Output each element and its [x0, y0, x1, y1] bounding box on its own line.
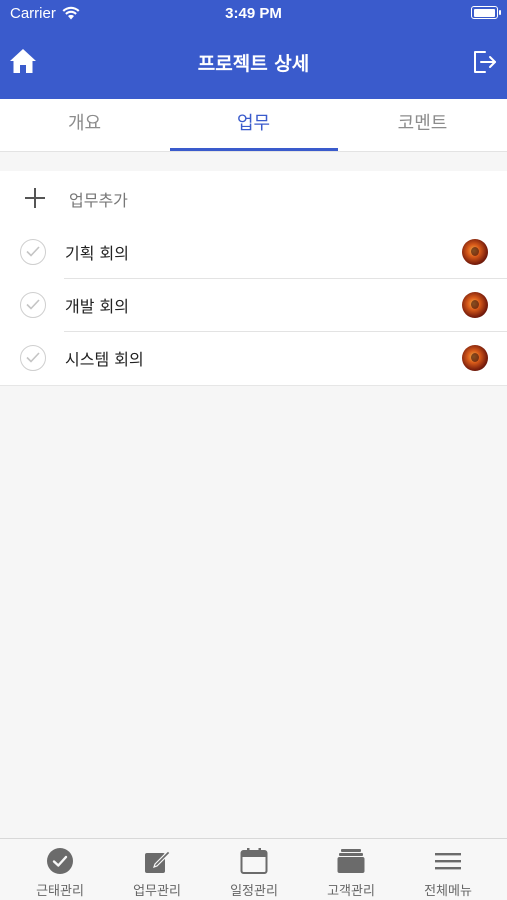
tabbar-label: 일정관리: [230, 884, 278, 899]
tab-overview[interactable]: 개요: [0, 99, 169, 151]
logout-button[interactable]: [470, 48, 498, 76]
task-title: 개발 회의: [65, 297, 129, 316]
task-row[interactable]: 시스템 회의: [0, 331, 507, 385]
task-check-toggle[interactable]: [20, 345, 46, 371]
status-time: 3:49 PM: [225, 5, 282, 22]
battery-fill: [473, 8, 495, 17]
task-row[interactable]: 개발 회의: [0, 278, 507, 332]
assignee-avatar: [462, 292, 488, 318]
tabbar-label: 근태관리: [36, 884, 84, 899]
task-title: 기획 회의: [65, 244, 129, 263]
tabbar-schedule[interactable]: 일정관리: [205, 839, 303, 900]
status-bar: Carrier 3:49 PM: [0, 0, 507, 28]
active-tab-indicator: [170, 148, 338, 151]
tabbar-attendance[interactable]: 근태관리: [11, 839, 109, 900]
assignee-avatar: [462, 345, 488, 371]
top-bar: Carrier 3:49 PM 프로젝트 상세: [0, 0, 507, 99]
logout-icon: [474, 51, 496, 73]
tabbar-customers[interactable]: 고객관리: [302, 839, 400, 900]
bottom-tab-bar: 근태관리 업무관리 일정관리 고객관리 전체메뉴: [0, 838, 507, 900]
plus-icon: [24, 187, 46, 209]
folder-stack-icon: [337, 849, 365, 873]
add-task-label: 업무추가: [69, 191, 128, 210]
tabbar-label: 고객관리: [327, 884, 375, 899]
tab-tasks[interactable]: 업무: [169, 99, 338, 151]
calendar-icon: [240, 848, 268, 874]
menu-icon: [435, 853, 461, 870]
tabbar-label: 전체메뉴: [424, 884, 472, 899]
task-title: 시스템 회의: [65, 350, 144, 369]
task-row[interactable]: 기획 회의: [0, 225, 507, 279]
tabbar-label: 업무관리: [133, 884, 181, 899]
segment-tabs: 개요 업무 코멘트: [0, 99, 507, 152]
task-check-toggle[interactable]: [20, 239, 46, 265]
task-check-toggle[interactable]: [20, 292, 46, 318]
battery-icon: [471, 6, 501, 19]
tabbar-all-menu[interactable]: 전체메뉴: [399, 839, 497, 900]
edit-icon: [145, 850, 171, 873]
page-title: 프로젝트 상세: [197, 53, 310, 75]
check-circle-icon: [47, 848, 73, 874]
add-task-button[interactable]: 업무추가: [0, 171, 507, 225]
tab-comments[interactable]: 코멘트: [338, 99, 507, 151]
assignee-avatar: [462, 239, 488, 265]
tabbar-tasks[interactable]: 업무관리: [108, 839, 206, 900]
navigation-bar: 프로젝트 상세: [0, 28, 507, 99]
task-list: 업무추가 기획 회의 개발 회의 시스템 회의: [0, 171, 507, 386]
